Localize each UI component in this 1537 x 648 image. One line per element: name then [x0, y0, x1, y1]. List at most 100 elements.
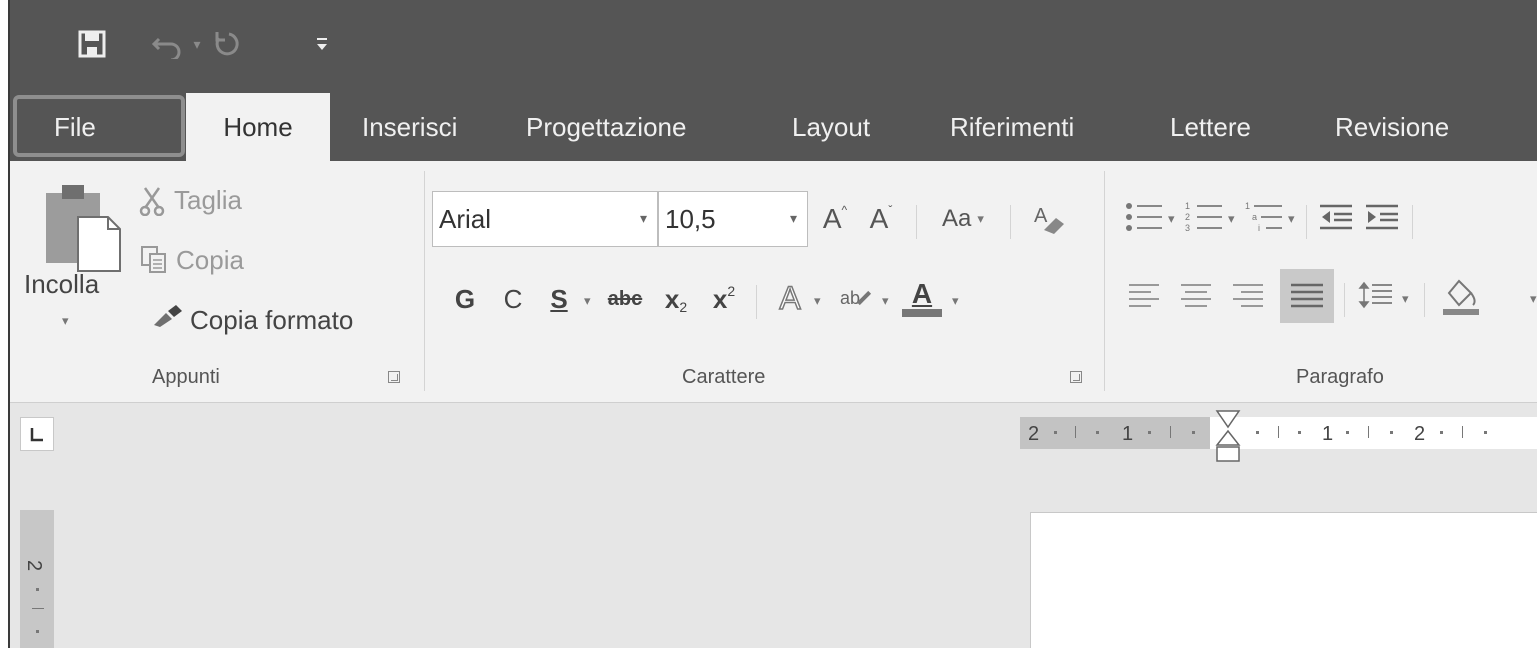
paste-label[interactable]: Incolla [24, 269, 99, 300]
svg-text:A: A [1034, 205, 1048, 227]
word-window: ▾ File Home Inserisci Progettazione Layo… [8, 0, 1537, 648]
clipboard-launcher-icon[interactable] [388, 371, 400, 383]
vertical-ruler[interactable]: 2 [20, 510, 54, 648]
text-effects-button[interactable]: A [770, 275, 810, 321]
copy-label[interactable]: Copia [176, 245, 244, 276]
cut-label[interactable]: Taglia [174, 185, 242, 216]
ruler-number: 1 [1322, 423, 1334, 445]
font-group-label: Carattere [682, 366, 766, 388]
bullets-dropdown-icon[interactable]: ▾ [1168, 211, 1175, 227]
clipboard-group-label: Appunti [152, 366, 220, 388]
justify-icon[interactable] [1280, 269, 1334, 323]
clear-formatting-icon[interactable]: A [1028, 199, 1070, 239]
format-painter-label[interactable]: Copia formato [190, 305, 353, 336]
align-right-icon[interactable] [1226, 273, 1270, 317]
undo-dropdown-icon[interactable]: ▾ [188, 24, 206, 64]
bullets-icon[interactable] [1122, 195, 1166, 239]
superscript-button[interactable]: x2 [704, 277, 744, 321]
tab-progettazione[interactable]: Progettazione [526, 93, 686, 161]
document-page[interactable] [1030, 512, 1537, 648]
underline-button[interactable]: S [544, 277, 574, 321]
line-spacing-dropdown-icon[interactable]: ▾ [1402, 291, 1409, 307]
ruler-tick [1075, 426, 1076, 438]
font-size-combo[interactable]: 10,5 ▾ [658, 191, 808, 247]
shading-icon[interactable] [1436, 271, 1486, 321]
ruler-dot [36, 630, 39, 633]
bold-button[interactable]: G [450, 277, 480, 321]
indent-marker-icon[interactable] [1214, 409, 1244, 471]
font-size-dropdown-icon[interactable]: ▾ [790, 210, 797, 227]
separator [1306, 205, 1307, 239]
svg-text:2: 2 [1185, 212, 1190, 222]
ruler-dot [1484, 431, 1487, 434]
save-icon[interactable] [70, 24, 114, 64]
format-painter-icon[interactable] [150, 301, 186, 331]
ruler-tick [32, 608, 44, 609]
redo-icon[interactable] [208, 24, 244, 64]
group-separator [424, 171, 425, 391]
svg-text:1: 1 [1185, 201, 1190, 211]
underline-dropdown-icon[interactable]: ▾ [584, 293, 591, 309]
text-effects-dropdown-icon[interactable]: ▾ [814, 293, 821, 309]
ruler-number: 2 [1414, 423, 1426, 445]
ruler-dot [1148, 431, 1151, 434]
shrink-font-icon[interactable]: Aˇ [862, 195, 900, 243]
ruler-number: 1 [1122, 423, 1134, 445]
numbering-dropdown-icon[interactable]: ▾ [1228, 211, 1235, 227]
ruler-dot [1440, 431, 1443, 434]
tab-inserisci[interactable]: Inserisci [362, 93, 457, 161]
font-launcher-icon[interactable] [1070, 371, 1082, 383]
scissors-icon[interactable] [134, 183, 170, 219]
group-separator [1104, 171, 1105, 391]
subscript-button[interactable]: x2 [656, 277, 696, 321]
ruler-number: 2 [1028, 423, 1040, 445]
shading-dropdown-icon[interactable]: ▾ [1530, 291, 1537, 307]
numbering-icon[interactable]: 1 2 3 [1182, 195, 1226, 239]
separator [1344, 283, 1345, 317]
undo-icon[interactable] [148, 24, 188, 64]
horizontal-ruler[interactable]: 2 1 1 2 [1020, 410, 1537, 462]
decrease-indent-icon[interactable] [1316, 195, 1356, 239]
ruler-dot [1096, 431, 1099, 434]
ruler-tick [1278, 426, 1279, 438]
separator [1412, 205, 1413, 239]
align-left-icon[interactable] [1122, 273, 1166, 317]
paragraph-group-label: Paragrafo [1296, 366, 1384, 388]
customize-toolbar-icon[interactable] [310, 24, 334, 64]
italic-button[interactable]: C [498, 277, 528, 321]
paste-dropdown-icon[interactable]: ▾ [62, 313, 69, 329]
ruler-dot [1346, 431, 1349, 434]
align-center-icon[interactable] [1174, 273, 1218, 317]
font-color-dropdown-icon[interactable]: ▾ [952, 293, 959, 309]
separator [916, 205, 917, 239]
separator [1424, 283, 1425, 317]
ruler-tick [1368, 426, 1369, 438]
tab-layout[interactable]: Layout [792, 93, 870, 161]
tab-riferimenti[interactable]: Riferimenti [950, 93, 1074, 161]
svg-text:a: a [1252, 212, 1257, 222]
ruler-tick [1462, 426, 1463, 438]
highlight-button[interactable]: ab [836, 275, 876, 321]
svg-text:1: 1 [1245, 201, 1250, 211]
tab-revisione[interactable]: Revisione [1335, 93, 1449, 161]
tab-lettere[interactable]: Lettere [1170, 93, 1251, 161]
tab-home[interactable]: Home [186, 93, 330, 161]
multilevel-list-icon[interactable]: 1 a i [1242, 195, 1286, 239]
font-name-dropdown-icon[interactable]: ▾ [640, 210, 647, 227]
paste-icon[interactable] [36, 175, 126, 275]
line-spacing-icon[interactable] [1354, 273, 1398, 317]
grow-font-icon[interactable]: A ^ [816, 195, 854, 243]
font-name-combo[interactable]: Arial ▾ [432, 191, 658, 247]
font-color-button[interactable]: A [900, 273, 944, 323]
svg-text:3: 3 [1185, 223, 1190, 233]
tab-selector[interactable] [20, 417, 54, 451]
ruler-left-margin [1020, 417, 1210, 449]
strikethrough-button[interactable]: abc [602, 277, 648, 321]
highlight-dropdown-icon[interactable]: ▾ [882, 293, 889, 309]
separator [1010, 205, 1011, 239]
change-case-button[interactable]: Aa ▾ [928, 195, 998, 243]
multilevel-dropdown-icon[interactable]: ▾ [1288, 211, 1295, 227]
increase-indent-icon[interactable] [1362, 195, 1402, 239]
title-bar: ▾ [10, 0, 1537, 93]
copy-icon[interactable] [136, 241, 172, 277]
